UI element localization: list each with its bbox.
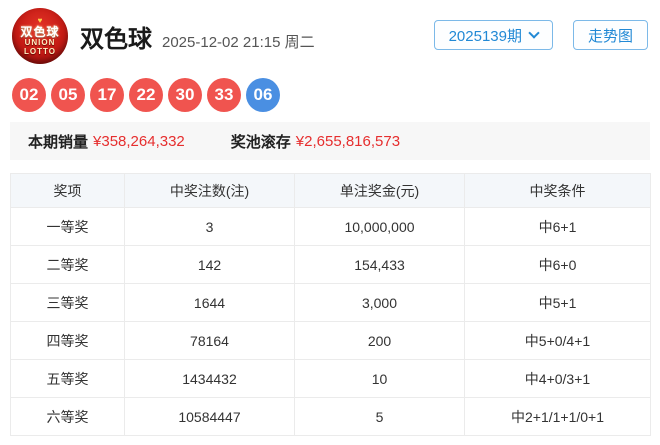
table-cell-prize: 10	[295, 360, 465, 398]
sales-label: 本期销量	[28, 131, 88, 152]
winning-balls-row: 02051722303306	[12, 78, 285, 112]
table-header-cell: 奖项	[11, 174, 125, 208]
table-cell-winners: 142	[125, 246, 295, 284]
table-cell-winners: 1644	[125, 284, 295, 322]
summary-bar: 本期销量 ¥358,264,332 奖池滚存 ¥2,655,816,573	[10, 122, 650, 160]
title-block: 双色球 2025-12-02 21:15 周二	[80, 19, 315, 54]
table-cell-winners: 10584447	[125, 398, 295, 436]
chevron-down-icon	[528, 27, 539, 38]
table-row: 一等奖310,000,000中6+1	[11, 208, 651, 246]
table-cell-condition: 中5+1	[465, 284, 651, 322]
page-title: 双色球	[80, 19, 152, 54]
red-ball: 22	[129, 78, 163, 112]
table-cell-winners: 78164	[125, 322, 295, 360]
table-row: 二等奖142154,433中6+0	[11, 246, 651, 284]
table-header-cell: 中奖条件	[465, 174, 651, 208]
table-row: 五等奖143443210中4+0/3+1	[11, 360, 651, 398]
prize-table-head: 奖项中奖注数(注)单注奖金(元)中奖条件	[11, 174, 651, 208]
table-cell-condition: 中6+0	[465, 246, 651, 284]
table-cell-condition: 中6+1	[465, 208, 651, 246]
sales-value: ¥358,264,332	[93, 133, 185, 150]
lottery-result-panel: ♥ 双色球 UNION LOTTO 双色球 2025-12-02 21:15 周…	[0, 0, 660, 445]
table-row: 四等奖78164200中5+0/4+1	[11, 322, 651, 360]
logo-lotto-text: LOTTO	[24, 48, 56, 56]
trend-chart-button[interactable]: 走势图	[573, 20, 648, 50]
red-ball: 30	[168, 78, 202, 112]
table-cell-condition: 中5+0/4+1	[465, 322, 651, 360]
draw-datetime: 2025-12-02 21:15 周二	[162, 31, 315, 52]
heart-emblem-icon: ♥	[38, 17, 43, 25]
table-cell-prize: 10,000,000	[295, 208, 465, 246]
union-lotto-logo: ♥ 双色球 UNION LOTTO	[12, 8, 68, 64]
blue-ball: 06	[246, 78, 280, 112]
table-cell-tier: 五等奖	[11, 360, 125, 398]
red-ball: 02	[12, 78, 46, 112]
issue-dropdown-label: 2025139期	[449, 25, 522, 46]
trend-chart-button-label: 走势图	[588, 25, 633, 46]
table-cell-tier: 一等奖	[11, 208, 125, 246]
logo-union-text: UNION	[25, 39, 56, 47]
red-ball: 33	[207, 78, 241, 112]
issue-dropdown[interactable]: 2025139期	[434, 20, 553, 50]
table-row: 三等奖16443,000中5+1	[11, 284, 651, 322]
table-cell-winners: 1434432	[125, 360, 295, 398]
table-header-cell: 中奖注数(注)	[125, 174, 295, 208]
table-cell-tier: 四等奖	[11, 322, 125, 360]
table-cell-condition: 中2+1/1+1/0+1	[465, 398, 651, 436]
table-cell-condition: 中4+0/3+1	[465, 360, 651, 398]
pool-value: ¥2,655,816,573	[296, 133, 400, 150]
red-ball: 17	[90, 78, 124, 112]
table-cell-prize: 200	[295, 322, 465, 360]
table-cell-tier: 六等奖	[11, 398, 125, 436]
prize-table: 奖项中奖注数(注)单注奖金(元)中奖条件 一等奖310,000,000中6+1二…	[10, 173, 651, 436]
header-actions: 2025139期 走势图	[434, 20, 648, 50]
prize-table-body: 一等奖310,000,000中6+1二等奖142154,433中6+0三等奖16…	[11, 208, 651, 436]
prize-table-header-row: 奖项中奖注数(注)单注奖金(元)中奖条件	[11, 174, 651, 208]
table-header-cell: 单注奖金(元)	[295, 174, 465, 208]
table-row: 六等奖105844475中2+1/1+1/0+1	[11, 398, 651, 436]
table-cell-tier: 二等奖	[11, 246, 125, 284]
table-cell-tier: 三等奖	[11, 284, 125, 322]
table-cell-prize: 3,000	[295, 284, 465, 322]
pool-label: 奖池滚存	[231, 131, 291, 152]
logo-cn-text: 双色球	[20, 26, 59, 38]
table-cell-prize: 5	[295, 398, 465, 436]
table-cell-winners: 3	[125, 208, 295, 246]
table-cell-prize: 154,433	[295, 246, 465, 284]
header: ♥ 双色球 UNION LOTTO 双色球 2025-12-02 21:15 周…	[12, 8, 315, 64]
red-ball: 05	[51, 78, 85, 112]
